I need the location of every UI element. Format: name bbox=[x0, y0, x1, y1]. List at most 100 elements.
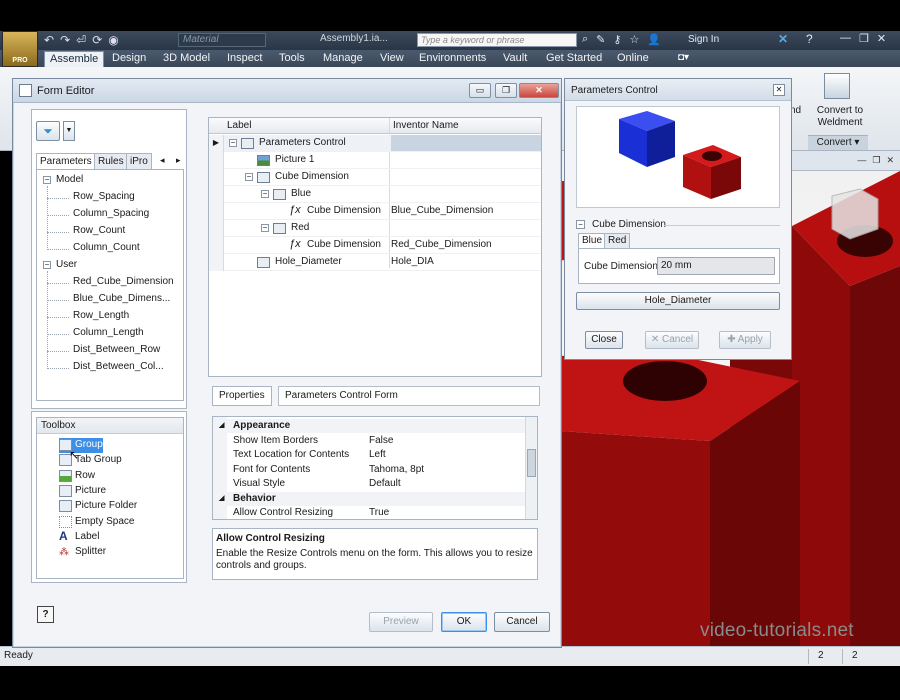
grid-row[interactable]: − Blue bbox=[209, 186, 541, 203]
tree-item[interactable]: Column_Spacing bbox=[73, 208, 149, 219]
category-collapse-icon[interactable]: ◢ bbox=[219, 419, 224, 432]
tab-get-started[interactable]: Get Started bbox=[541, 51, 607, 67]
tab-inspect[interactable]: Inspect bbox=[222, 51, 267, 67]
grid-row[interactable]: Hole_Diameter Hole_DIA bbox=[209, 254, 541, 271]
tab-scroll-right-icon[interactable]: ▸ bbox=[176, 155, 181, 166]
property-row[interactable]: Allow Control Resizing True bbox=[213, 506, 525, 519]
property-scrollbar[interactable] bbox=[525, 417, 537, 519]
undo-icon[interactable]: ↶ bbox=[44, 33, 54, 47]
convert-weldment-icon[interactable] bbox=[824, 73, 850, 99]
form-editor-titlebar[interactable]: Form Editor ▭ ❐ ✕ bbox=[13, 79, 561, 103]
pc-close-icon[interactable]: ✕ bbox=[773, 84, 785, 96]
tab-manage[interactable]: Manage bbox=[318, 51, 368, 67]
tab-environments[interactable]: Environments bbox=[414, 51, 491, 67]
row-gutter[interactable] bbox=[209, 169, 224, 186]
tab-tools[interactable]: Tools bbox=[274, 51, 310, 67]
filter-dropdown-arrow[interactable]: ▼ bbox=[63, 121, 75, 141]
row-gutter[interactable] bbox=[209, 203, 224, 220]
tab-design[interactable]: Design bbox=[107, 51, 151, 67]
toolbox-item-empty-space[interactable]: Empty Space bbox=[59, 515, 134, 530]
tree-item[interactable]: Red_Cube_Dimension bbox=[73, 276, 174, 287]
vp-restore-icon[interactable]: ❐ bbox=[872, 155, 880, 166]
property-value[interactable]: False bbox=[369, 434, 393, 447]
property-row[interactable]: Visual Style Default bbox=[213, 477, 525, 491]
tab-assemble[interactable]: Assemble bbox=[44, 51, 105, 67]
hole-diameter-button[interactable]: Hole_Diameter bbox=[576, 292, 780, 310]
fe-minimize-button[interactable]: ▭ bbox=[469, 83, 491, 98]
row-gutter[interactable]: ▶ bbox=[209, 135, 224, 152]
row-collapse-icon[interactable]: − bbox=[245, 173, 253, 181]
color-wheel-icon[interactable]: ◉ bbox=[108, 33, 118, 47]
property-row[interactable]: Font for Contents Tahoma, 8pt bbox=[213, 463, 525, 477]
fe-close-button[interactable]: ✕ bbox=[519, 83, 559, 98]
row-gutter[interactable] bbox=[209, 237, 224, 254]
row-gutter[interactable] bbox=[209, 220, 224, 237]
grid-row[interactable]: ƒx Cube Dimension Blue_Cube_Dimension bbox=[209, 203, 541, 220]
collapse-icon[interactable]: − bbox=[576, 220, 585, 229]
cancel-button[interactable]: Cancel bbox=[494, 612, 550, 632]
property-value[interactable]: Tahoma, 8pt bbox=[369, 463, 424, 476]
tree-item[interactable]: Column_Length bbox=[73, 327, 144, 338]
toolbox-item-splitter[interactable]: ⁂ Splitter bbox=[59, 545, 106, 560]
tree-group-model[interactable]: Model bbox=[56, 174, 83, 185]
property-scroll-thumb[interactable] bbox=[527, 449, 536, 477]
tab-view[interactable]: View bbox=[375, 51, 409, 67]
tree-item[interactable]: Blue_Cube_Dimens... bbox=[73, 293, 170, 304]
pc-close-button[interactable]: Close bbox=[585, 331, 623, 349]
grid-row[interactable]: − Cube Dimension bbox=[209, 169, 541, 186]
restore-icon[interactable]: ❐ bbox=[859, 32, 869, 45]
tab-online[interactable]: Online bbox=[612, 51, 654, 67]
convert-panel-label[interactable]: Convert ▾ bbox=[808, 135, 868, 150]
ribbon-options-icon[interactable]: ◘▾ bbox=[678, 52, 689, 63]
row-collapse-icon[interactable]: − bbox=[229, 139, 237, 147]
filter-button[interactable]: ⏷ bbox=[36, 121, 60, 141]
tree-expander-icon[interactable]: − bbox=[43, 176, 51, 184]
convert-weldment-button[interactable]: Convert to Weldment bbox=[813, 105, 867, 129]
grid-row[interactable]: ▶ − Parameters Control bbox=[209, 135, 541, 152]
tab-vault[interactable]: Vault bbox=[498, 51, 532, 67]
help-button[interactable]: ? bbox=[37, 606, 54, 623]
property-value[interactable]: Default bbox=[369, 477, 401, 490]
toolbox-item-group[interactable]: Group bbox=[59, 438, 103, 453]
properties-tab[interactable]: Properties bbox=[212, 386, 272, 406]
row-gutter[interactable] bbox=[209, 152, 224, 169]
tree-item[interactable]: Row_Length bbox=[73, 310, 129, 321]
toolbox-item-picture-folder[interactable]: Picture Folder bbox=[59, 499, 137, 514]
tree-group-user[interactable]: User bbox=[56, 259, 77, 270]
fe-maximize-button[interactable]: ❐ bbox=[495, 83, 517, 98]
tree-item[interactable]: Row_Spacing bbox=[73, 191, 135, 202]
row-collapse-icon[interactable]: − bbox=[261, 224, 269, 232]
star-icon[interactable]: ☆ bbox=[629, 33, 639, 46]
property-value[interactable]: Left bbox=[369, 448, 386, 461]
tab-red[interactable]: Red bbox=[604, 233, 631, 249]
row-collapse-icon[interactable]: − bbox=[261, 190, 269, 198]
cube-dimension-field[interactable]: 20 mm bbox=[657, 257, 775, 275]
toolbox-item-row[interactable]: Row bbox=[59, 469, 95, 484]
key-icon[interactable]: ✎ bbox=[596, 33, 605, 46]
param-tab-rules[interactable]: Rules bbox=[94, 153, 128, 170]
property-category[interactable]: ◢ Behavior bbox=[213, 491, 525, 506]
row-gutter[interactable] bbox=[209, 186, 224, 203]
tab-scroll-left-icon[interactable]: ◂ bbox=[160, 155, 165, 166]
redo-icon[interactable]: ↷ bbox=[60, 33, 70, 47]
close-icon[interactable]: ✕ bbox=[877, 32, 886, 45]
vp-close-icon[interactable]: ✕ bbox=[886, 155, 894, 166]
tree-item[interactable]: Row_Count bbox=[73, 225, 125, 236]
property-row[interactable]: Show Item Borders False bbox=[213, 434, 525, 448]
user-icon[interactable]: 👤 bbox=[647, 33, 661, 46]
pc-apply-button[interactable]: ✚ Apply bbox=[719, 331, 771, 349]
tree-item[interactable]: Column_Count bbox=[73, 242, 140, 253]
parameters-control-titlebar[interactable]: Parameters Control ✕ bbox=[565, 79, 791, 101]
property-row[interactable]: Text Location for Contents Left bbox=[213, 448, 525, 462]
vp-minimize-icon[interactable]: — bbox=[857, 155, 866, 166]
application-menu-button[interactable]: PRO bbox=[2, 31, 38, 67]
help-icon[interactable]: ? bbox=[806, 32, 813, 46]
subscription-icon[interactable]: ⚷ bbox=[613, 33, 621, 46]
pc-cancel-button[interactable]: ✕ Cancel bbox=[645, 331, 699, 349]
viewcube-icon[interactable] bbox=[831, 188, 879, 240]
exchange-icon[interactable]: ✕ bbox=[778, 32, 788, 46]
return-icon[interactable]: ⏎ bbox=[76, 33, 86, 47]
grid-row[interactable]: ƒx Cube Dimension Red_Cube_Dimension bbox=[209, 237, 541, 254]
tree-item[interactable]: Dist_Between_Col... bbox=[73, 361, 164, 372]
tab-blue[interactable]: Blue bbox=[578, 233, 607, 249]
